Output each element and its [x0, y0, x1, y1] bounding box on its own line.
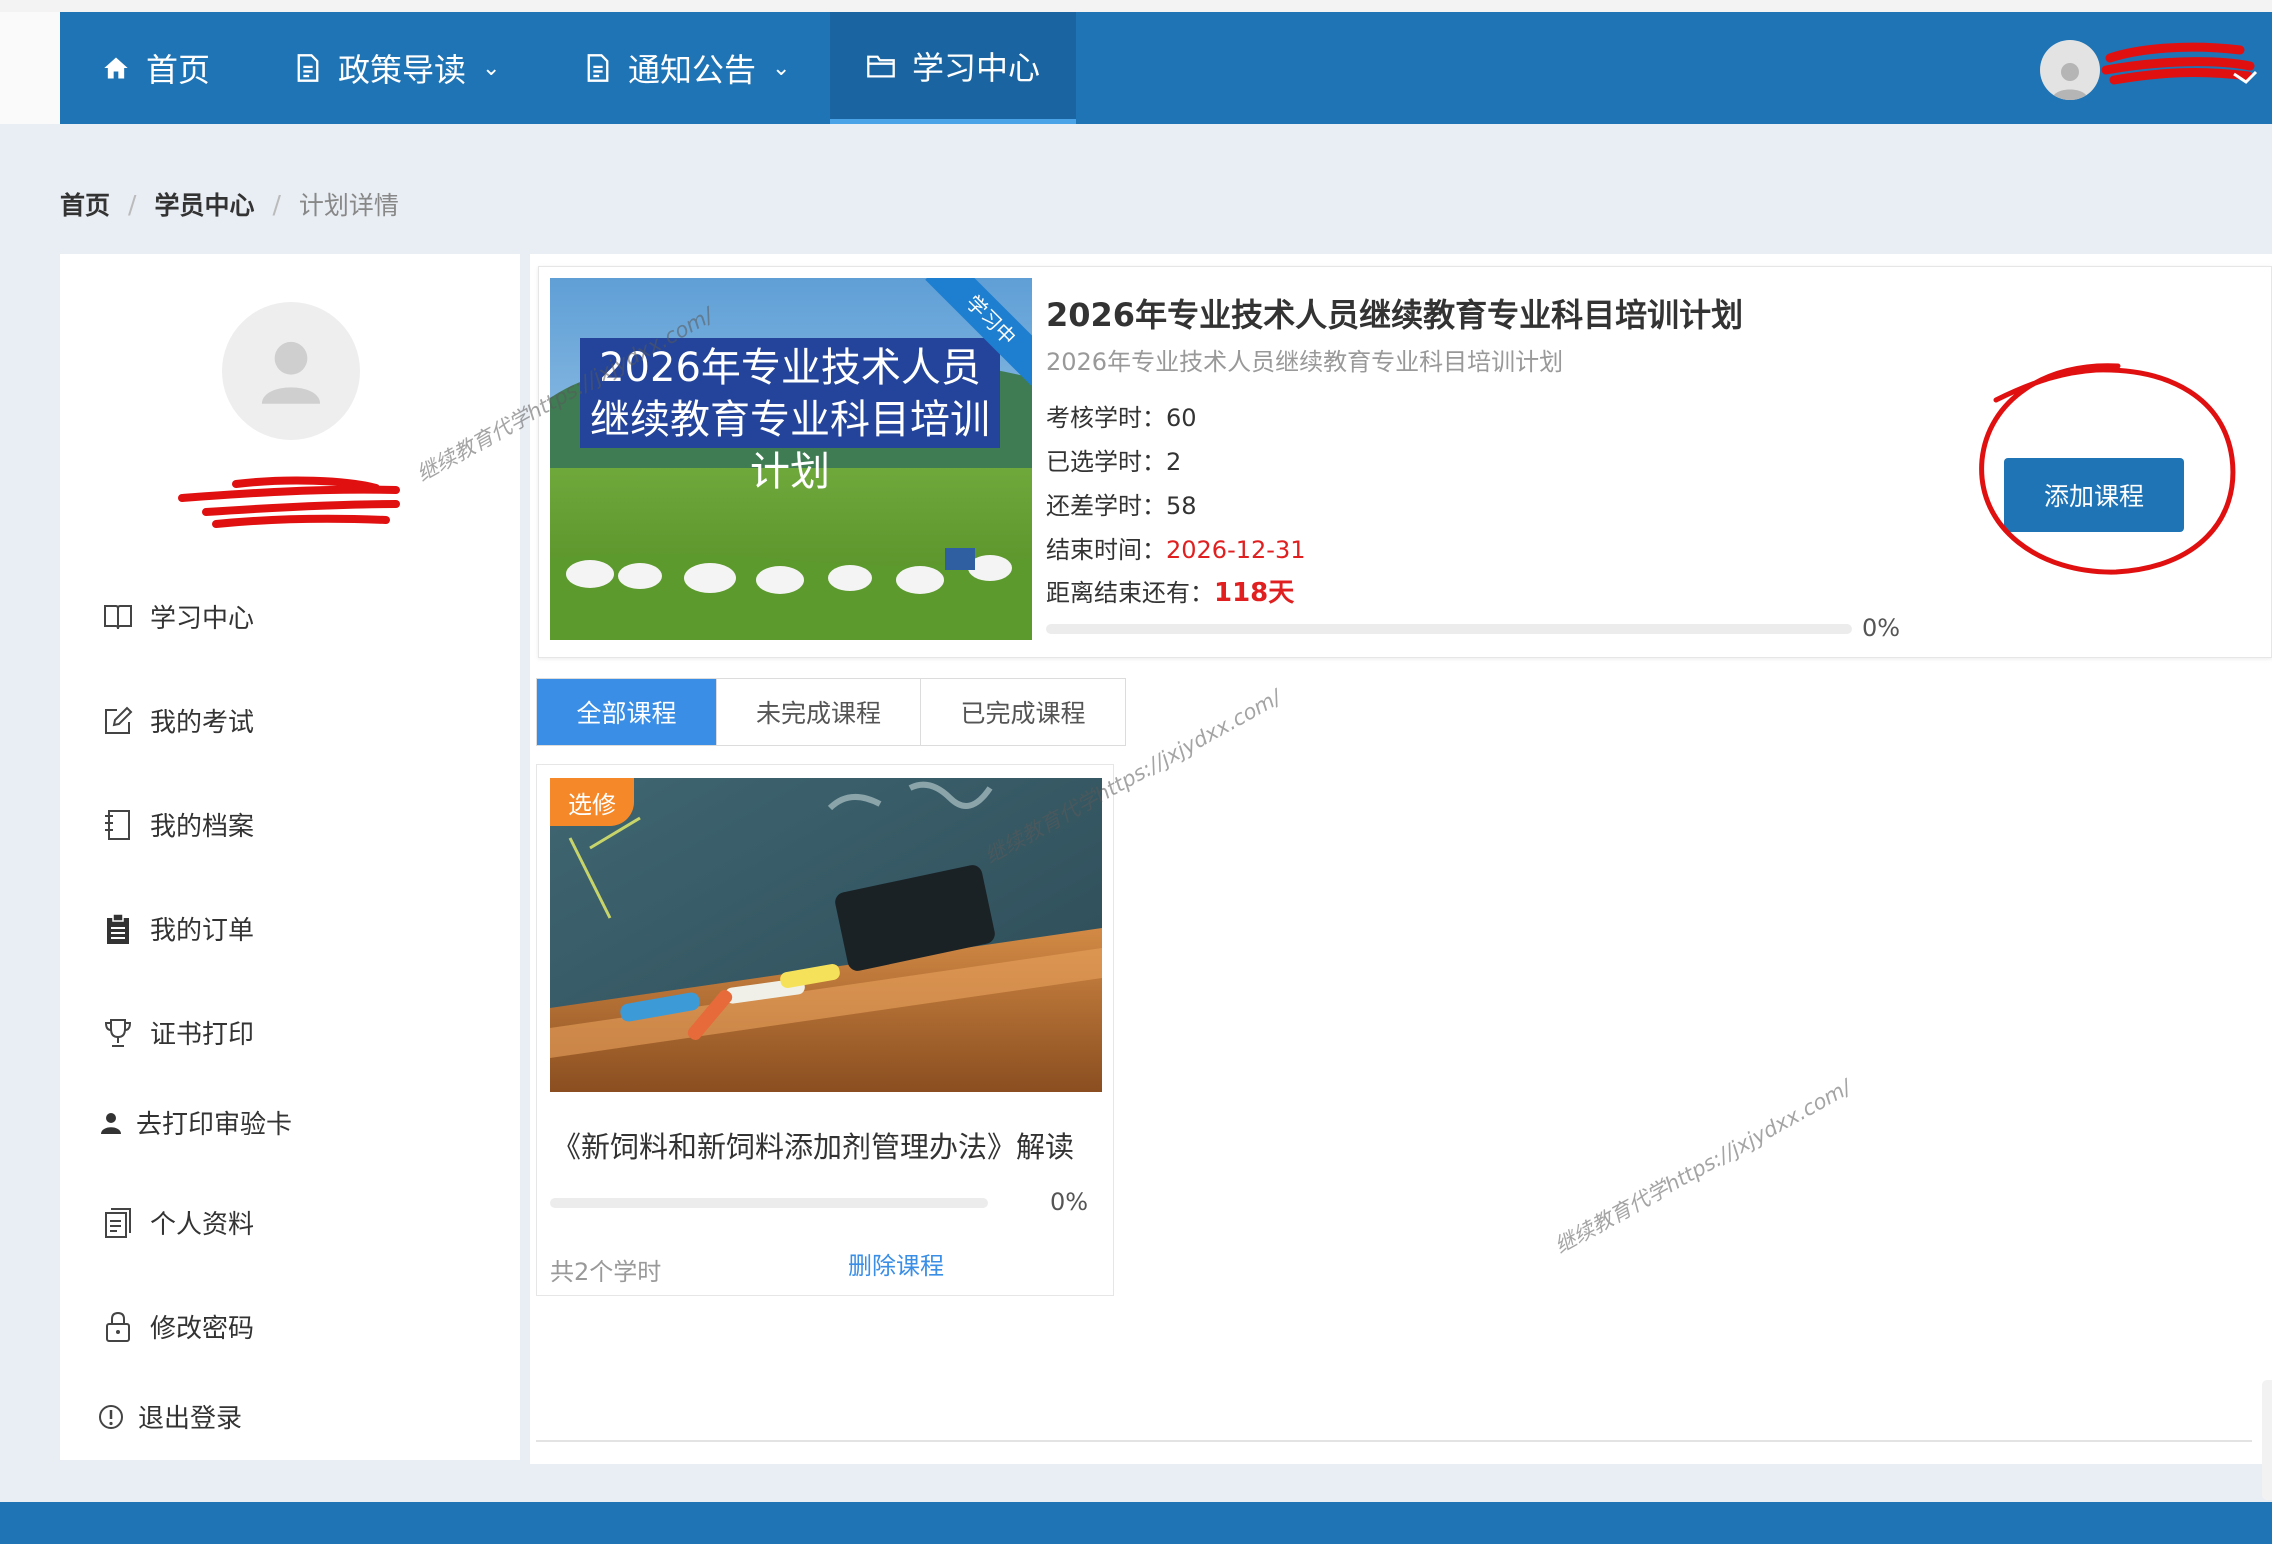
- trophy-icon: [100, 1017, 136, 1049]
- plan-cover-image[interactable]: 2026年专业技术人员 继续教育专业科目培训计划 学习中: [550, 278, 1032, 640]
- redacted-username-scribble: [2101, 42, 2258, 85]
- course-progress-bar: [550, 1198, 988, 1208]
- selected-hours-label: 已选学时：: [1046, 448, 1166, 476]
- folder-icon: [866, 53, 896, 79]
- required-hours-label: 考核学时：: [1046, 404, 1166, 432]
- sidebar-item-my-orders[interactable]: 我的订单: [100, 910, 254, 947]
- delete-course-link[interactable]: 删除课程: [848, 1246, 944, 1281]
- floating-side-tab[interactable]: [2262, 1380, 2272, 1500]
- edit-icon: [100, 706, 136, 736]
- remaining-hours-value: 58: [1166, 492, 1197, 520]
- sidebar-item-label: 个人资料: [150, 1210, 255, 1240]
- lock-icon: [100, 1311, 136, 1343]
- notebook-icon: [100, 809, 136, 841]
- course-hours: 共2个学时: [550, 1258, 662, 1286]
- profile-avatar: [222, 302, 360, 440]
- sidebar-item-my-exam[interactable]: 我的考试: [100, 702, 254, 739]
- document-icon: [584, 53, 612, 83]
- chevron-down-icon: ⌄: [772, 55, 791, 81]
- plan-cover-title-line2: 继续教育专业科目培训计划: [590, 397, 990, 495]
- end-time-value: 2026-12-31: [1166, 536, 1306, 564]
- plan-subtitle: 2026年专业技术人员继续教育专业科目培训计划: [1046, 348, 1564, 376]
- sidebar-item-change-password[interactable]: 修改密码: [100, 1308, 254, 1345]
- book-icon: [100, 603, 136, 631]
- sidebar-item-certificate-print[interactable]: 证书打印: [100, 1014, 254, 1051]
- elective-badge: 选修: [550, 778, 634, 826]
- sidebar-item-label: 退出登录: [138, 1404, 243, 1434]
- nav-home[interactable]: 首页: [102, 12, 210, 124]
- red-circle-annotation: [1979, 363, 2236, 575]
- sidebar-item-label: 证书打印: [150, 1020, 255, 1050]
- sidebar-item-label: 我的订单: [150, 916, 255, 946]
- days-left-row: 距离结束还有：118天: [1046, 572, 1294, 609]
- sidebar-item-logout[interactable]: 退出登录: [96, 1398, 242, 1435]
- browser-top-strip: [0, 0, 2272, 12]
- sidebar-item-label: 去打印审验卡: [136, 1110, 293, 1140]
- sidebar-item-profile[interactable]: 个人资料: [100, 1204, 254, 1241]
- tab-incomplete-courses[interactable]: 未完成课程: [717, 679, 921, 745]
- plan-progress-bar: [1046, 624, 1852, 634]
- info-icon: [96, 1404, 126, 1430]
- course-title[interactable]: 《新饲料和新饲料添加剂管理办法》解读: [552, 1124, 1074, 1166]
- nav-policy[interactable]: 政策导读 ⌄: [294, 12, 500, 124]
- user-icon: [96, 1111, 126, 1135]
- profile-icon: [100, 1207, 136, 1239]
- course-tabs: 全部课程 未完成课程 已完成课程: [536, 678, 1126, 746]
- breadcrumb-current: 计划详情: [298, 191, 399, 220]
- remaining-hours-row: 还差学时：58: [1046, 486, 1197, 521]
- breadcrumb-home[interactable]: 首页: [60, 186, 110, 222]
- plan-progress-text: 0%: [1862, 614, 1901, 642]
- course-progress-text: 0%: [1050, 1188, 1089, 1216]
- nav-home-label: 首页: [146, 51, 211, 89]
- nav-policy-label: 政策导读: [338, 51, 467, 89]
- sidebar-item-label: 修改密码: [150, 1314, 255, 1344]
- page-edge: [0, 12, 60, 124]
- end-time-row: 结束时间：2026-12-31: [1046, 530, 1305, 565]
- document-icon: [294, 53, 322, 83]
- user-avatar[interactable]: [2040, 40, 2100, 100]
- chevron-down-icon: ⌄: [482, 55, 501, 81]
- clipboard-icon: [100, 912, 136, 945]
- redacted-name-scribble: [178, 476, 400, 528]
- page-footer: [0, 1502, 2272, 1544]
- nav-study-center-label: 学习中心: [911, 48, 1040, 87]
- nav-notice-label: 通知公告: [628, 51, 757, 89]
- required-hours-row: 考核学时：60: [1046, 398, 1197, 433]
- selected-hours-row: 已选学时：2: [1046, 442, 1181, 477]
- selected-hours-value: 2: [1166, 448, 1182, 476]
- top-navbar: 首页 政策导读 ⌄ 通知公告 ⌄ 学习中心: [60, 12, 2272, 124]
- days-left-value: 118天: [1214, 578, 1295, 608]
- breadcrumb-separator: /: [272, 189, 281, 219]
- breadcrumb-student-center[interactable]: 学员中心: [154, 186, 254, 222]
- days-left-label: 距离结束还有：: [1046, 579, 1214, 607]
- plan-title: 2026年专业技术人员继续教育专业科目培训计划: [1046, 296, 1744, 334]
- nav-notice[interactable]: 通知公告 ⌄: [584, 12, 790, 124]
- tab-all-courses[interactable]: 全部课程: [537, 679, 717, 745]
- sidebar-item-my-archive[interactable]: 我的档案: [100, 806, 254, 843]
- sidebar-item-label: 我的考试: [150, 708, 255, 738]
- breadcrumb: 首页 / 学员中心 / 计划详情: [60, 186, 399, 222]
- content-divider: [536, 1440, 2252, 1442]
- tab-completed-courses[interactable]: 已完成课程: [921, 679, 1125, 745]
- sidebar-item-study-center[interactable]: 学习中心: [100, 598, 254, 635]
- sidebar-item-label: 学习中心: [150, 604, 255, 634]
- sidebar-item-label: 我的档案: [150, 812, 255, 842]
- required-hours-value: 60: [1166, 404, 1197, 432]
- breadcrumb-separator: /: [128, 189, 137, 219]
- sidebar-item-print-verification-card[interactable]: 去打印审验卡: [96, 1104, 292, 1141]
- end-time-label: 结束时间：: [1046, 536, 1166, 564]
- nav-study-center[interactable]: 学习中心: [830, 12, 1076, 124]
- remaining-hours-label: 还差学时：: [1046, 492, 1166, 520]
- home-icon: [102, 54, 130, 82]
